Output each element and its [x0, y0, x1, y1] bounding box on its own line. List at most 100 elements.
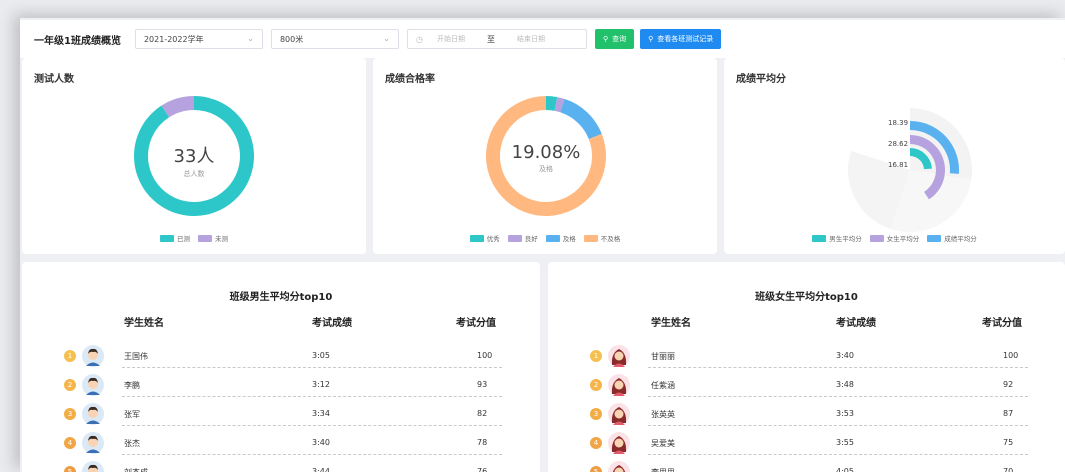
exam-score: 93: [477, 380, 488, 389]
exam-score: 92: [1003, 380, 1014, 389]
table-row[interactable]: 5 李思思 4:05 70: [548, 460, 1065, 472]
boys-top10-card: 班级男生平均分top10 学生姓名 考试成绩 考试分值 1 王国伟 3:05 100…: [22, 262, 540, 472]
legend-swatch: [469, 234, 484, 242]
query-button[interactable]: ⚲ 查询: [594, 29, 635, 49]
search-icon: ⚲: [602, 35, 609, 43]
avatar: [82, 403, 104, 425]
exam-score: 75: [1003, 438, 1014, 447]
legend-label: 女生平均分: [886, 235, 920, 243]
chevron-down-icon: ⌄: [247, 34, 254, 43]
column-header-time: 考试成绩: [312, 318, 352, 329]
filter-bar: 一年级1班成绩概览 2021-2022学年 ⌄ 800米 ⌄ ◷ 开始日期 至 …: [20, 20, 1065, 58]
column-header-time: 考试成绩: [836, 318, 876, 329]
legend-item-tested[interactable]: 已测: [160, 233, 190, 243]
legend-item-fail[interactable]: 不及格: [583, 233, 620, 243]
avatar: [608, 461, 630, 472]
table-row[interactable]: 3 张军 3:34 82: [22, 402, 540, 431]
rank-badge: 1: [590, 350, 602, 362]
row-divider: [648, 425, 1028, 426]
exam-score: 78: [477, 438, 488, 447]
student-name: 李鹏: [124, 381, 140, 390]
legend-swatch: [812, 234, 827, 242]
date-range-picker[interactable]: ◷ 开始日期 至 结束日期: [406, 29, 587, 49]
table-row[interactable]: 3 张英英 3:53 87: [548, 402, 1065, 431]
year-select[interactable]: 2021-2022学年 ⌄: [134, 29, 263, 49]
rank-badge: 5: [64, 466, 76, 472]
table-row[interactable]: 1 王国伟 3:05 100: [22, 344, 540, 373]
rank-badge: 4: [64, 437, 76, 449]
student-name: 任紫涵: [651, 381, 675, 390]
avatar: [82, 432, 104, 454]
student-name: 甘丽丽: [651, 352, 675, 361]
donut-slice-pass[interactable]: [560, 98, 602, 140]
rank-badge: 2: [590, 379, 602, 391]
chevron-down-icon: ⌄: [383, 34, 390, 43]
avatar: [82, 374, 104, 396]
pass-rate-value: 19.08%: [511, 142, 581, 163]
student-name: 李思思: [651, 467, 675, 472]
table-row[interactable]: 4 吴爱美 3:55 75: [548, 431, 1065, 460]
student-name: 王国伟: [124, 352, 148, 361]
legend-swatch: [927, 234, 942, 242]
legend-label: 优秀: [486, 235, 500, 243]
legend-item-untested[interactable]: 未测: [198, 233, 228, 243]
legend-item-excellent[interactable]: 优秀: [469, 233, 500, 243]
student-name: 张杰: [124, 439, 140, 448]
row-divider: [648, 454, 1028, 455]
legend-label: 成绩平均分: [944, 235, 977, 243]
avg-score-polar-chart: [848, 108, 972, 232]
legend-label: 男生平均分: [829, 235, 862, 243]
avg-score-legend: 男生平均分 女生平均分 成绩平均分: [724, 233, 1065, 243]
exam-time: 3:53: [836, 409, 854, 418]
event-select[interactable]: 800米 ⌄: [270, 29, 399, 49]
avatar: [82, 461, 104, 472]
legend-item-girls-avg[interactable]: 女生平均分: [869, 233, 920, 243]
legend-item-good[interactable]: 良好: [507, 233, 538, 243]
page-title: 一年级1班成绩概览: [34, 35, 121, 47]
row-divider: [122, 425, 502, 426]
rank-badge: 2: [64, 379, 76, 391]
exam-time: 3:55: [836, 438, 854, 447]
legend-swatch: [869, 234, 884, 242]
pass-rate-center: 19.08% 及格: [496, 142, 596, 174]
legend-item-pass[interactable]: 及格: [545, 233, 576, 243]
rank-badge: 3: [590, 408, 602, 420]
table-row[interactable]: 5 刘杰成 3:44 76: [22, 460, 540, 472]
participants-legend: 已测 未测: [22, 233, 366, 243]
date-end-input[interactable]: 结束日期: [517, 34, 545, 44]
clock-icon: ◷: [415, 34, 423, 44]
rank-badge: 4: [590, 437, 602, 449]
row-divider: [122, 454, 502, 455]
legend-swatch: [160, 234, 174, 242]
avg-label-girls: 28.62: [888, 140, 909, 148]
column-header-name: 学生姓名: [651, 318, 691, 329]
view-records-button[interactable]: ⚲ 查看各班测试记录: [640, 29, 722, 49]
table-row[interactable]: 4 张杰 3:40 78: [22, 431, 540, 460]
rank-badge: 1: [64, 350, 76, 362]
exam-time: 3:34: [312, 409, 330, 418]
column-header-name: 学生姓名: [124, 318, 164, 329]
exam-score: 70: [1003, 467, 1014, 472]
date-start-input[interactable]: 开始日期: [437, 34, 465, 44]
exam-score: 87: [1003, 409, 1014, 418]
table-row[interactable]: 2 李鹏 3:12 93: [22, 373, 540, 402]
participants-total-label: 总人数: [183, 170, 205, 178]
exam-time: 3:40: [836, 351, 854, 360]
exam-score: 100: [477, 351, 493, 360]
exam-time: 3:40: [312, 438, 330, 447]
legend-item-overall-avg[interactable]: 成绩平均分: [927, 233, 977, 243]
avatar: [82, 345, 104, 367]
table-row[interactable]: 2 任紫涵 3:48 92: [548, 373, 1065, 402]
girls-table-title: 班级女生平均分top10: [755, 292, 858, 303]
legend-swatch: [583, 234, 598, 242]
date-separator: 至: [486, 34, 495, 44]
legend-label: 及格: [562, 235, 576, 243]
dashboard-frame: 一年级1班成绩概览 2021-2022学年 ⌄ 800米 ⌄ ◷ 开始日期 至 …: [20, 18, 1065, 472]
row-divider: [122, 367, 502, 368]
avatar: [608, 345, 630, 367]
legend-item-boys-avg[interactable]: 男生平均分: [812, 233, 862, 243]
legend-swatch: [198, 234, 212, 242]
table-row[interactable]: 1 甘丽丽 3:40 100: [548, 344, 1065, 373]
student-name: 刘杰成: [124, 467, 148, 472]
avatar: [608, 432, 630, 454]
